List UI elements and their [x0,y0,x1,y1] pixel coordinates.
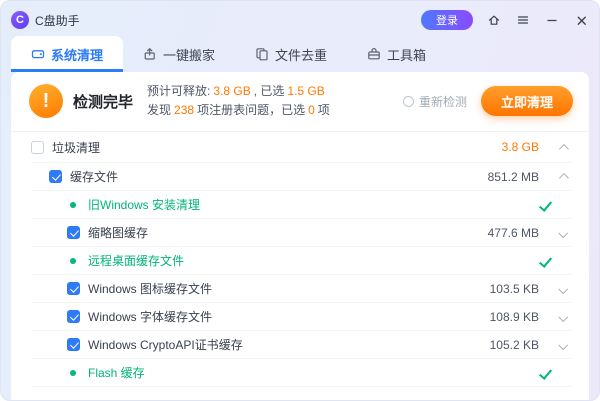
title-bar: C C盘助手 登录 [1,1,599,35]
expand-toggle[interactable] [551,285,573,292]
group-row-junk-clean[interactable]: 垃圾清理 3.8 GB [31,132,573,163]
summary-line-1: 预计可释放:3.8 GB, 已选1.5 GB [147,82,330,101]
recheck-icon [403,96,414,107]
expand-toggle[interactable] [551,341,573,348]
tab-toolbox[interactable]: 工具箱 [347,36,446,72]
registry-issue-count: 238 [174,103,194,117]
menu-icon[interactable] [515,12,531,28]
clean-now-button[interactable]: 立即清理 [481,86,573,116]
list-item[interactable]: 旧Windows 安装清理 [31,191,573,219]
section-size: 851.2 MB [488,170,539,184]
app-title: C盘助手 [35,12,80,29]
checkbox-checked-icon[interactable] [67,338,80,351]
selected-size: 1.5 GB [287,84,324,98]
expand-toggle[interactable] [551,229,573,236]
warning-icon: ! [29,84,63,118]
check-icon [539,254,552,268]
expand-toggle[interactable] [551,313,573,320]
check-icon [539,366,552,380]
section-row-cache-files[interactable]: 缓存文件 851.2 MB [31,163,573,191]
titlebar-controls: 登录 [421,10,589,30]
list-item[interactable]: 远程桌面缓存文件 [31,247,573,275]
item-size: 103.5 KB [490,282,539,296]
home-icon[interactable] [486,12,502,28]
tab-label: 工具箱 [387,45,426,64]
minimize-icon[interactable] [544,12,560,28]
green-dot-icon [70,370,76,376]
recheck-button[interactable]: 重新检测 [403,93,467,110]
chevron-up-icon [558,143,568,153]
item-label: Windows CryptoAPI证书缓存 [88,336,243,353]
item-label: 旧Windows 安装清理 [88,196,200,213]
checkbox-checked-icon[interactable] [67,226,80,239]
checkbox-checked-icon[interactable] [49,170,62,183]
scan-status: 检测完毕 [73,91,133,112]
item-size: 477.6 MB [488,226,539,240]
chevron-down-icon [558,284,568,294]
list-item[interactable]: Flash 缓存 [31,359,573,387]
releasable-size: 3.8 GB [213,84,250,98]
tab-one-key-move[interactable]: 一键搬家 [123,36,235,72]
duplicate-files-icon [255,47,269,61]
chevron-down-icon [558,228,568,238]
chevron-down-icon [558,340,568,350]
login-button[interactable]: 登录 [421,10,473,30]
toolbox-icon [367,47,381,61]
scan-details: 预计可释放:3.8 GB, 已选1.5 GB 发现238项注册表问题，已选0项 [147,82,330,120]
tab-label: 一键搬家 [163,45,215,64]
checkbox-checked-icon[interactable] [67,310,80,323]
check-icon [539,198,552,212]
section-label: 缓存文件 [70,168,118,185]
chevron-down-icon [558,312,568,322]
sub-item-rows: 旧Windows 安装清理 缩略图缓存 477.6 MB 远程桌面缓存文件 Wi… [31,191,573,387]
tab-bar: 系统清理 一键搬家 文件去重 工具箱 [1,36,599,72]
move-out-icon [143,47,157,61]
recheck-label: 重新检测 [419,93,467,110]
collapse-toggle[interactable] [551,144,573,151]
item-size: 108.9 KB [490,310,539,324]
chevron-up-icon [558,173,568,183]
item-label: Windows 图标缓存文件 [88,280,212,297]
main-panel: ! 检测完毕 预计可释放:3.8 GB, 已选1.5 GB 发现238项注册表问… [11,72,589,401]
list-item[interactable]: 缩略图缓存 477.6 MB [31,219,573,247]
group-label: 垃圾清理 [52,139,100,156]
item-size: 105.2 KB [490,338,539,352]
checkbox-unchecked-icon[interactable] [31,141,44,154]
tab-file-dedupe[interactable]: 文件去重 [235,36,347,72]
app-window: C C盘助手 登录 系统清理 [0,0,600,401]
tab-system-clean[interactable]: 系统清理 [11,36,123,72]
tab-label: 系统清理 [51,45,103,64]
scan-summary: ! 检测完毕 预计可释放:3.8 GB, 已选1.5 GB 发现238项注册表问… [11,72,589,128]
checkbox-checked-icon[interactable] [67,282,80,295]
item-label: Windows 字体缓存文件 [88,308,212,325]
registry-selected-count: 0 [308,103,315,117]
item-label: Flash 缓存 [88,364,145,381]
disk-icon [31,47,45,61]
item-label: 缩略图缓存 [88,224,148,241]
app-logo-icon: C [11,11,29,29]
collapse-toggle[interactable] [551,173,573,180]
green-dot-icon [70,258,76,264]
green-dot-icon [70,202,76,208]
list-item[interactable]: Windows 图标缓存文件 103.5 KB [31,275,573,303]
close-icon[interactable] [573,12,589,28]
list-item[interactable]: Windows 字体缓存文件 108.9 KB [31,303,573,331]
group-size: 3.8 GB [502,140,539,154]
list-item[interactable]: Windows CryptoAPI证书缓存 105.2 KB [31,331,573,359]
summary-line-2: 发现238项注册表问题，已选0项 [147,101,330,120]
tab-label: 文件去重 [275,45,327,64]
cleanup-list: 垃圾清理 3.8 GB 缓存文件 851.2 MB 旧Windows 安装清理 … [11,132,589,401]
item-label: 远程桌面缓存文件 [88,252,184,269]
